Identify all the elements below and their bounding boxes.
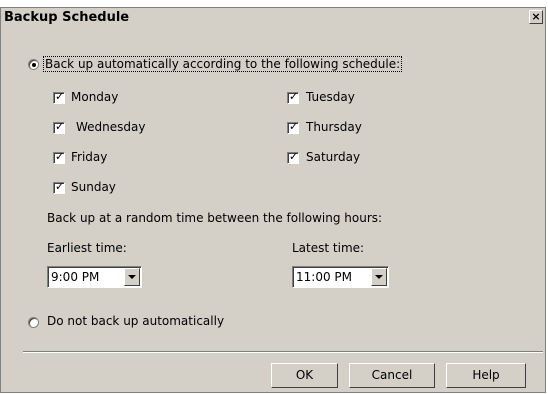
earliest-time-value: 9:00 PM bbox=[51, 270, 100, 284]
radio-selected-dot bbox=[32, 63, 36, 67]
ok-button[interactable]: OK bbox=[271, 363, 338, 388]
sunday-label[interactable]: Sunday bbox=[71, 180, 116, 194]
wednesday-checkbox[interactable]: ✓ bbox=[53, 120, 65, 134]
cancel-button[interactable]: Cancel bbox=[349, 363, 435, 388]
backup-schedule-dialog: Backup Schedule × Back up automatically … bbox=[0, 7, 546, 393]
monday-checkbox[interactable]: ✓ bbox=[53, 90, 65, 104]
saturday-checkbox[interactable]: ✓ bbox=[287, 150, 299, 164]
wednesday-label[interactable]: Wednesday bbox=[76, 120, 145, 134]
auto-backup-radio[interactable] bbox=[28, 59, 39, 70]
title-bar: Backup Schedule × bbox=[1, 8, 545, 28]
friday-label[interactable]: Friday bbox=[71, 150, 107, 164]
close-button[interactable]: × bbox=[529, 10, 543, 24]
thursday-checkbox[interactable]: ✓ bbox=[287, 120, 299, 134]
tuesday-label[interactable]: Tuesday bbox=[306, 90, 355, 104]
manual-backup-radio[interactable] bbox=[28, 317, 39, 328]
earliest-time-label: Earliest time: bbox=[47, 241, 127, 255]
sunday-checkbox[interactable]: ✓ bbox=[53, 180, 65, 194]
friday-checkbox[interactable]: ✓ bbox=[53, 150, 65, 164]
monday-label[interactable]: Monday bbox=[71, 90, 118, 104]
saturday-label[interactable]: Saturday bbox=[306, 150, 360, 164]
dialog-title: Backup Schedule bbox=[4, 10, 130, 25]
earliest-time-select[interactable]: 9:00 PM bbox=[47, 266, 142, 288]
check-mark-icon: ✓ bbox=[55, 150, 65, 163]
help-button[interactable]: Help bbox=[446, 363, 526, 388]
check-mark-icon: ✓ bbox=[289, 120, 299, 133]
check-mark-icon: ✓ bbox=[289, 90, 299, 103]
close-icon: × bbox=[531, 10, 541, 23]
random-time-label: Back up at a random time between the fol… bbox=[47, 211, 383, 225]
chevron-down-icon[interactable] bbox=[124, 268, 140, 286]
thursday-label[interactable]: Thursday bbox=[306, 120, 362, 134]
latest-time-select[interactable]: 11:00 PM bbox=[292, 266, 389, 288]
check-mark-icon: ✓ bbox=[55, 180, 65, 193]
latest-time-label: Latest time: bbox=[292, 241, 365, 255]
check-mark-icon: ✓ bbox=[55, 90, 65, 103]
check-mark-icon: ✓ bbox=[289, 150, 299, 163]
check-mark-icon: ✓ bbox=[55, 120, 65, 133]
button-divider bbox=[23, 351, 543, 353]
manual-backup-label[interactable]: Do not back up automatically bbox=[47, 314, 224, 328]
auto-backup-label[interactable]: Back up automatically according to the f… bbox=[43, 56, 403, 72]
latest-time-value: 11:00 PM bbox=[296, 270, 352, 284]
chevron-down-icon[interactable] bbox=[371, 268, 387, 286]
tuesday-checkbox[interactable]: ✓ bbox=[287, 90, 299, 104]
